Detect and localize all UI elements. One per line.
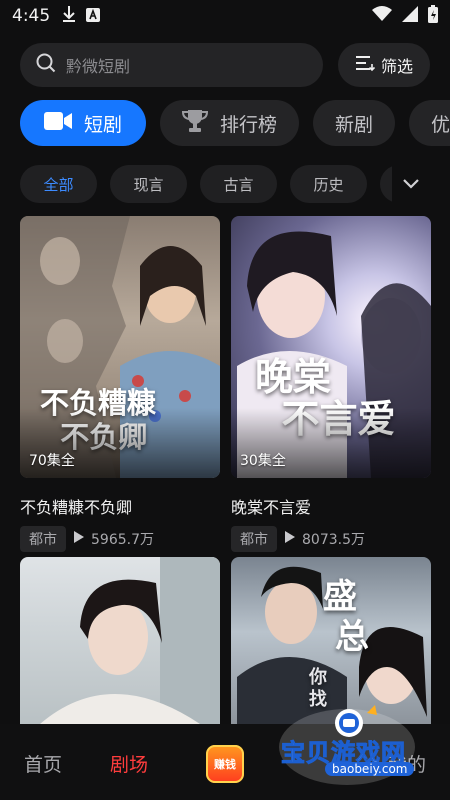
play-icon	[74, 531, 84, 547]
genre-history[interactable]: 历史	[290, 165, 367, 203]
tab-short-drama-label: 短剧	[84, 113, 123, 136]
play-count: 5965.7万	[91, 532, 154, 548]
chevron-down-icon	[402, 175, 420, 194]
drama-poster[interactable]: 盛 总 你找	[231, 557, 431, 724]
drama-title[interactable]: 不负糟糠不负卿	[20, 494, 220, 517]
genre-tag: 都市	[231, 526, 277, 552]
tab-more-category[interactable]: 优	[409, 100, 450, 146]
tab-ranking-label: 排行榜	[220, 113, 278, 136]
video-camera-icon	[44, 110, 72, 137]
genre-tag: 都市	[20, 526, 66, 552]
tab-new-drama[interactable]: 新剧	[313, 100, 396, 146]
drama-poster[interactable]: 晚棠 不言爱 30集全	[231, 216, 431, 478]
genre-all[interactable]: 全部	[20, 165, 97, 203]
earn-label: 赚钱	[214, 758, 236, 771]
drama-title[interactable]: 晚棠不言爱	[231, 494, 431, 517]
play-icon	[285, 531, 295, 547]
nav-theater[interactable]: 剧场	[110, 750, 148, 777]
tab-new-drama-label: 新剧	[335, 113, 374, 136]
signal-icon	[402, 6, 418, 26]
filter-label: 筛选	[380, 57, 413, 76]
poster-title-text: 盛 总	[323, 577, 369, 657]
status-bar: 4:45	[0, 0, 450, 32]
trophy-icon	[182, 109, 209, 138]
drama-poster[interactable]	[20, 557, 220, 724]
watermark-url: baobeiy.com	[325, 762, 415, 776]
search-icon	[36, 53, 56, 77]
drama-card[interactable]	[20, 557, 220, 724]
download-icon	[62, 5, 76, 27]
tab-short-drama[interactable]: 短剧	[20, 100, 147, 146]
app-notification-icon	[86, 7, 101, 26]
search-input[interactable]: 黔微短剧	[20, 43, 323, 87]
nav-home[interactable]: 首页	[24, 750, 62, 777]
category-tabs: 短剧 排行榜 新剧 优	[0, 100, 450, 146]
tab-more-category-label: 优	[431, 113, 450, 136]
drama-card[interactable]: 不负糟糠 不负卿 70集全 不负糟糠不负卿 都市 5965.7万	[20, 216, 220, 552]
genre-ancient-romance[interactable]: 古言	[200, 165, 277, 203]
episode-count: 70集全	[29, 453, 75, 469]
earn-button[interactable]: 赚钱	[206, 745, 244, 783]
tab-ranking[interactable]: 排行榜	[160, 100, 300, 146]
expand-genres-button[interactable]	[392, 165, 430, 203]
play-count: 8073.5万	[302, 532, 365, 548]
genre-more[interactable]	[380, 165, 392, 203]
drama-poster[interactable]: 不负糟糠 不负卿 70集全	[20, 216, 220, 478]
genre-modern-romance[interactable]: 现言	[110, 165, 187, 203]
drama-card[interactable]: 盛 总 你找	[231, 557, 431, 724]
filter-button[interactable]: 筛选	[338, 43, 430, 87]
battery-icon	[428, 5, 438, 27]
watermark: 宝贝游戏网 baobeiy.com	[275, 703, 435, 791]
status-time: 4:45	[12, 6, 51, 26]
wifi-icon	[372, 6, 392, 26]
episode-count: 30集全	[240, 453, 286, 469]
search-placeholder: 黔微短剧	[66, 57, 131, 76]
drama-card[interactable]: 晚棠 不言爱 30集全 晚棠不言爱 都市 8073.5万	[231, 216, 431, 552]
genre-filter: 全部 现言 古言 历史	[0, 165, 392, 203]
filter-icon	[355, 54, 376, 76]
